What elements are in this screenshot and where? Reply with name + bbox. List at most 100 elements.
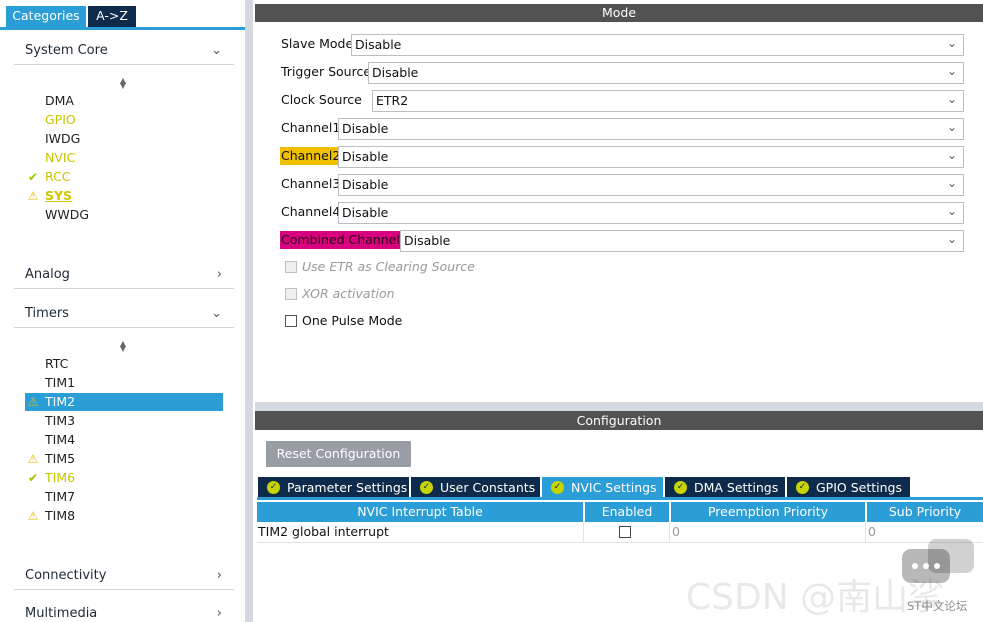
sort-arrows-icon[interactable]: ▲ ▼ xyxy=(118,77,128,90)
chevron-down-icon: ⌄ xyxy=(946,204,957,218)
chevron-down-icon: ⌄ xyxy=(946,176,957,190)
tab-categories[interactable]: Categories xyxy=(6,6,86,27)
channel1-select[interactable]: Disable ⌄ xyxy=(338,118,964,140)
field-label: Channel2 xyxy=(280,147,342,165)
table-cell-preemption[interactable]: 0 xyxy=(670,522,866,543)
tab-label: Parameter Settings xyxy=(287,480,408,495)
chevron-down-icon: ⌄ xyxy=(211,306,222,321)
list-item-nvic[interactable]: NVIC xyxy=(25,149,223,167)
list-item-sys[interactable]: ⚠ SYS xyxy=(25,187,223,205)
select-value: Disable xyxy=(355,37,402,52)
item-label: NVIC xyxy=(45,150,76,165)
tab-dma-settings[interactable]: ✓ DMA Settings xyxy=(665,477,785,498)
reset-configuration-button[interactable]: Reset Configuration xyxy=(266,441,411,467)
tab-label: User Constants xyxy=(440,480,536,495)
item-label: WWDG xyxy=(45,207,90,222)
column-header-enabled[interactable]: Enabled xyxy=(585,502,669,522)
tab-user-constants[interactable]: ✓ User Constants xyxy=(411,477,540,498)
list-item-tim7[interactable]: TIM7 xyxy=(25,488,223,506)
list-item-tim6[interactable]: ✔ TIM6 xyxy=(25,469,223,487)
sort-arrows-icon[interactable]: ▲ ▼ xyxy=(118,340,128,353)
channel4-select[interactable]: Disable ⌄ xyxy=(338,202,964,224)
list-item-iwdg[interactable]: IWDG xyxy=(25,130,223,148)
field-label: Channel3 xyxy=(281,176,341,191)
item-label: TIM3 xyxy=(45,413,76,428)
section-label: Analog xyxy=(25,267,70,282)
item-label: RCC xyxy=(45,169,71,184)
item-label: RTC xyxy=(45,356,69,371)
list-item-rtc[interactable]: RTC xyxy=(25,355,223,373)
select-value: Disable xyxy=(342,149,389,164)
section-multimedia[interactable]: Multimedia › xyxy=(14,604,234,622)
enabled-checkbox[interactable] xyxy=(619,526,631,538)
checkbox-box[interactable] xyxy=(285,261,297,273)
tab-a-z[interactable]: A->Z xyxy=(88,6,136,27)
check-circle-icon: ✓ xyxy=(674,481,687,494)
warning-icon: ⚠ xyxy=(27,509,39,523)
section-label: Connectivity xyxy=(25,568,107,583)
channel3-select[interactable]: Disable ⌄ xyxy=(338,174,964,196)
chevron-down-icon: ⌄ xyxy=(946,36,957,50)
trigger-source-select[interactable]: Disable ⌄ xyxy=(368,62,964,84)
panel-splitter-horizontal[interactable] xyxy=(255,402,983,411)
section-analog[interactable]: Analog › xyxy=(14,265,234,289)
item-label: TIM7 xyxy=(45,489,76,504)
tab-nvic-settings[interactable]: ✓ NVIC Settings xyxy=(542,477,663,498)
field-label: Channel1 xyxy=(281,120,341,135)
checkbox-label: Use ETR as Clearing Source xyxy=(302,259,475,274)
list-item-tim3[interactable]: TIM3 xyxy=(25,412,223,430)
category-tabbar: Categories A->Z xyxy=(0,0,247,30)
column-header-sub-priority[interactable]: Sub Priority xyxy=(867,502,983,522)
section-system-core[interactable]: System Core ⌄ xyxy=(14,41,234,65)
check-circle-icon: ✓ xyxy=(420,481,433,494)
chevron-right-icon: › xyxy=(216,267,222,282)
tab-parameter-settings[interactable]: ✓ Parameter Settings xyxy=(258,477,409,498)
list-item-tim2[interactable]: ⚠ TIM2 xyxy=(25,393,223,411)
channel2-select[interactable]: Disable ⌄ xyxy=(338,146,964,168)
table-cell-interrupt-name: TIM2 global interrupt xyxy=(257,522,584,543)
checkbox-box[interactable] xyxy=(285,288,297,300)
chevron-right-icon: › xyxy=(216,606,222,621)
item-label: TIM8 xyxy=(45,508,76,523)
item-label: TIM5 xyxy=(45,451,76,466)
section-label: Timers xyxy=(25,306,69,321)
item-label: SYS xyxy=(45,188,73,203)
checkbox-box[interactable] xyxy=(285,315,297,327)
list-item-tim1[interactable]: TIM1 xyxy=(25,374,223,392)
list-item-wwdg[interactable]: WWDG xyxy=(25,206,223,224)
item-label: IWDG xyxy=(45,131,81,146)
list-item-tim5[interactable]: ⚠ TIM5 xyxy=(25,450,223,468)
clock-source-select[interactable]: ETR2 ⌄ xyxy=(372,90,964,112)
list-item-rcc[interactable]: ✔ RCC xyxy=(25,168,223,186)
tab-label: NVIC Settings xyxy=(571,480,657,495)
chevron-down-icon: ⌄ xyxy=(946,148,957,162)
select-value: Disable xyxy=(342,177,389,192)
column-header-preemption[interactable]: Preemption Priority xyxy=(671,502,865,522)
item-label: DMA xyxy=(45,93,74,108)
section-timers[interactable]: Timers ⌄ xyxy=(14,304,234,328)
check-icon: ✔ xyxy=(27,471,39,485)
section-connectivity[interactable]: Connectivity › xyxy=(14,566,234,590)
list-item-tim4[interactable]: TIM4 xyxy=(25,431,223,449)
check-circle-icon: ✓ xyxy=(267,481,280,494)
list-item-gpio[interactable]: GPIO xyxy=(25,111,223,129)
tabs-underline xyxy=(257,497,983,500)
select-value: Disable xyxy=(342,205,389,220)
item-label: GPIO xyxy=(45,112,76,127)
check-circle-icon: ✓ xyxy=(551,481,564,494)
chevron-down-icon: ⌄ xyxy=(946,64,957,78)
check-icon: ✔ xyxy=(27,170,39,184)
item-label: TIM6 xyxy=(45,470,76,485)
panel-splitter[interactable] xyxy=(245,0,253,622)
column-header-interrupt[interactable]: NVIC Interrupt Table xyxy=(257,502,583,522)
tab-gpio-settings[interactable]: ✓ GPIO Settings xyxy=(787,477,910,498)
tab-label: GPIO Settings xyxy=(816,480,902,495)
combined-channels-select[interactable]: Disable ⌄ xyxy=(400,230,964,252)
list-item-tim8[interactable]: ⚠ TIM8 xyxy=(25,507,223,525)
section-label: Multimedia xyxy=(25,606,98,621)
list-item-dma[interactable]: DMA xyxy=(25,92,223,110)
slave-mode-select[interactable]: Disable ⌄ xyxy=(351,34,964,56)
select-value: Disable xyxy=(372,65,419,80)
select-value: Disable xyxy=(404,233,451,248)
field-label: Channel4 xyxy=(281,204,341,219)
